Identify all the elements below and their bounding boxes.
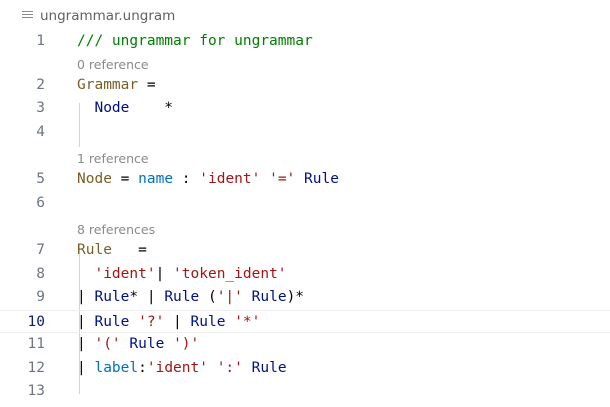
- string-literal-token: ':': [216, 359, 243, 376]
- code-line[interactable]: 9 | Rule* | Rule ('|' Rule)*: [0, 286, 610, 310]
- identifier-token: Rule: [242, 359, 287, 376]
- tab-title: ungrammar.ungram: [40, 8, 176, 24]
- line-number: 2: [36, 76, 45, 93]
- line-code: | '(' Rule ')': [77, 333, 199, 357]
- string-literal-token: '=': [269, 171, 296, 187]
- line-code: Node *: [77, 97, 173, 121]
- string-literal-token: 'ident': [146, 359, 208, 376]
- string-literal-token: '?': [138, 313, 165, 330]
- operator-token: |: [155, 265, 174, 282]
- line-number: 10: [27, 313, 45, 330]
- line-code: | Rule* | Rule ('|' Rule)*: [77, 286, 304, 310]
- operator-token: [260, 171, 269, 187]
- identifier-token: Rule: [251, 289, 287, 305]
- line-code: | Rule '?' | Rule '*': [77, 311, 260, 335]
- identifier-token: Rule: [94, 289, 130, 305]
- reference-count-lens[interactable]: 0 reference: [77, 57, 149, 72]
- rule-name-token: Node: [77, 171, 112, 187]
- operator-token: =: [111, 242, 147, 258]
- line-code: Node = name : 'ident' '=' Rule: [77, 168, 339, 192]
- code-line[interactable]: 6: [0, 192, 610, 216]
- code-line-current[interactable]: 10 | Rule '?' | Rule '*': [0, 309, 610, 335]
- field-label-token: name: [138, 171, 174, 187]
- identifier-token: Node: [94, 100, 130, 116]
- code-line[interactable]: 1 /// ungrammar for ungrammar: [0, 30, 610, 54]
- operator-token: |: [164, 313, 191, 330]
- identifier-token: Rule: [295, 171, 339, 187]
- rule-name-token: Rule: [77, 242, 112, 258]
- string-literal-token: 'token_ident': [173, 265, 287, 282]
- operator-token: [164, 336, 173, 352]
- line-number: 4: [36, 123, 45, 140]
- operator-token: :: [138, 359, 147, 376]
- line-number: 5: [36, 171, 45, 187]
- code-lens[interactable]: 0 reference: [0, 54, 610, 74]
- operator-token: |: [77, 313, 95, 330]
- string-literal-token: 'ident': [199, 171, 261, 187]
- code-line[interactable]: 12 | label:'ident' ':' Rule: [0, 357, 610, 381]
- reference-count-lens[interactable]: 1 reference: [77, 151, 149, 166]
- code-line[interactable]: 13: [0, 380, 610, 404]
- operator-token: [77, 100, 94, 116]
- operator-token: |: [77, 359, 95, 376]
- string-literal-token: '|': [216, 289, 243, 305]
- string-literal-token: 'ident': [94, 265, 156, 282]
- code-line[interactable]: 5 Node = name : 'ident' '=' Rule: [0, 168, 610, 192]
- code-line[interactable]: 3 Node *: [0, 97, 610, 121]
- code-line[interactable]: 2 Grammar =: [0, 74, 610, 98]
- operator-token: [208, 360, 217, 376]
- code-lens[interactable]: 1 reference: [0, 148, 610, 168]
- operator-token: )*: [286, 289, 305, 305]
- operator-token: |: [77, 289, 95, 305]
- operator-token: =: [111, 171, 139, 187]
- line-code: | label:'ident' ':' Rule: [77, 357, 287, 381]
- code-line[interactable]: 7 Rule =: [0, 239, 610, 263]
- operator-token: (: [199, 289, 217, 305]
- operator-token: [225, 314, 234, 330]
- operator-token: [129, 314, 138, 330]
- string-literal-token: '*': [234, 313, 261, 330]
- line-number: 6: [36, 194, 45, 211]
- line-number: 1: [36, 33, 45, 49]
- code-editor[interactable]: 1 /// ungrammar for ungrammar 0 reference…: [0, 30, 610, 404]
- identifier-token: Rule: [190, 313, 226, 330]
- identifier-token: Rule: [164, 289, 200, 305]
- identifier-token: Rule: [94, 313, 130, 330]
- code-line[interactable]: 11 | '(' Rule ')': [0, 333, 610, 357]
- rule-name-token: Grammar: [77, 76, 139, 93]
- field-label-token: label: [94, 359, 139, 376]
- operator-token: [243, 289, 252, 305]
- operator-token: :: [173, 171, 200, 187]
- line-number: 13: [27, 383, 45, 399]
- line-code: 'ident'| 'token_ident': [77, 263, 287, 287]
- operator-token: * |: [129, 289, 165, 305]
- file-lines-icon: [22, 11, 33, 20]
- operator-token: *: [129, 100, 174, 116]
- line-number: 11: [27, 336, 45, 352]
- operator-token: |: [77, 336, 95, 352]
- code-line[interactable]: 4: [0, 121, 610, 145]
- comment-token: /// ungrammar for ungrammar: [77, 33, 313, 49]
- line-number: 9: [36, 289, 45, 305]
- operator-token: =: [138, 76, 156, 93]
- identifier-token: Rule: [129, 336, 165, 352]
- line-number: 7: [36, 242, 45, 258]
- string-literal-token: ')': [173, 336, 200, 352]
- code-lens[interactable]: 8 references: [0, 219, 610, 239]
- line-code: /// ungrammar for ungrammar: [77, 30, 313, 54]
- line-number: 3: [36, 100, 45, 116]
- code-line[interactable]: 8 'ident'| 'token_ident': [0, 263, 610, 287]
- line-number: 8: [36, 265, 45, 282]
- line-code: Rule =: [77, 239, 147, 263]
- reference-count-lens[interactable]: 8 references: [77, 222, 155, 237]
- string-literal-token: '(': [94, 336, 121, 352]
- line-number: 12: [27, 359, 45, 376]
- line-code: Grammar =: [77, 74, 156, 98]
- editor-tab[interactable]: ungrammar.ungram: [0, 0, 610, 30]
- operator-token: [77, 266, 94, 282]
